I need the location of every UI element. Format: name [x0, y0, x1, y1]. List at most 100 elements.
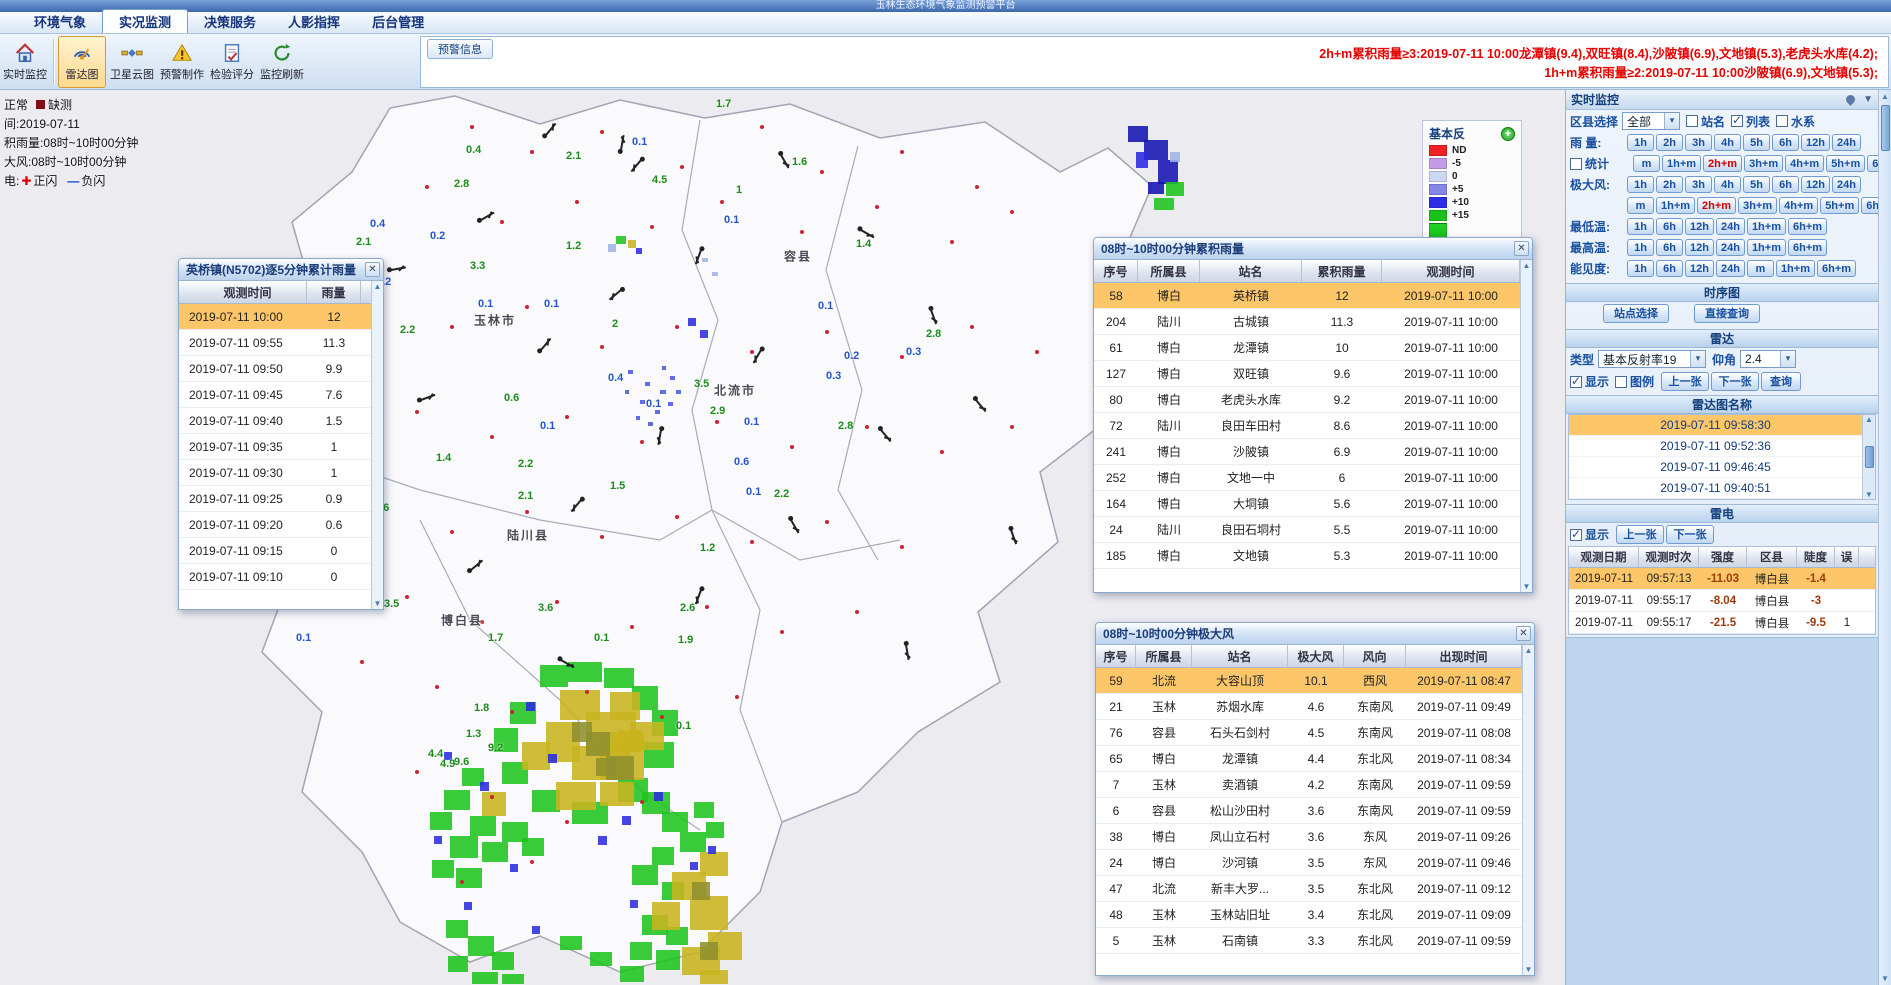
timeseries-button[interactable]: 站点选择 — [1603, 304, 1669, 323]
table-row[interactable]: 2019-07-11 09:100 — [179, 564, 371, 590]
rain-auto-range-button[interactable]: m — [1633, 155, 1660, 172]
table-row[interactable]: 2019-07-11 09:351 — [179, 434, 371, 460]
radar-map-button[interactable]: 雷达图 — [58, 36, 106, 88]
column-header[interactable]: 累积雨量 — [1302, 260, 1382, 282]
tmin-range-button[interactable]: 1h+m — [1747, 218, 1786, 235]
table-row[interactable]: 80博白 老虎头水库9.2 2019-07-11 10:00 — [1094, 387, 1520, 413]
checkbox-station-names[interactable]: 站名 — [1686, 113, 1725, 130]
radar-type-select[interactable]: 基本反射率19▾ — [1598, 350, 1706, 368]
checkbox-radar-show[interactable]: 显示 — [1570, 373, 1609, 390]
window-scrollbar[interactable]: ▲▼ — [371, 281, 383, 609]
visibility-range-button[interactable]: 6h — [1656, 260, 1683, 277]
column-header[interactable]: 区县 — [1747, 547, 1797, 567]
column-header[interactable]: 观测时间 — [1382, 260, 1520, 282]
wind-range-button[interactable]: 1h — [1627, 176, 1654, 193]
column-header[interactable]: 强度 — [1699, 547, 1747, 567]
table-row[interactable]: 241博白 沙陂镇6.9 2019-07-11 10:00 — [1094, 439, 1520, 465]
warning-make-button[interactable]: 预警制作 — [158, 36, 206, 88]
rain-range-button[interactable]: 3h — [1685, 134, 1712, 151]
window-titlebar[interactable]: 08时~10时00分钟累积雨量 ✕ — [1094, 238, 1532, 260]
wind-range-button[interactable]: 12h — [1801, 176, 1830, 193]
wind-range-button[interactable]: 3h — [1685, 176, 1712, 193]
tmin-range-button[interactable]: 24h — [1716, 218, 1745, 235]
column-header[interactable]: 雨量 — [307, 281, 361, 303]
verification-score-button[interactable]: 检验评分 — [208, 36, 256, 88]
column-header[interactable]: 观测时间 — [179, 281, 307, 303]
window-scrollbar[interactable]: ▲▼ — [1522, 645, 1534, 975]
table-row[interactable]: 2019-07-1109:55:17 -8.04博白县 -3 — [1569, 590, 1875, 612]
column-header[interactable]: 观测时次 — [1639, 547, 1699, 567]
visibility-range-button[interactable]: m — [1747, 260, 1774, 277]
table-row[interactable]: 59北流 大容山顶10.1 西风2019-07-11 08:47 — [1096, 668, 1522, 694]
rain-auto-range-button[interactable]: 1h+m — [1662, 155, 1701, 172]
column-header[interactable]: 站名 — [1192, 645, 1288, 667]
radar-image-item[interactable]: 2019-07-11 09:58:30 — [1569, 415, 1862, 436]
table-row[interactable]: 2019-07-11 09:301 — [179, 460, 371, 486]
column-header[interactable]: 陡度 — [1797, 547, 1835, 567]
table-row[interactable]: 58博白 英桥镇12 2019-07-11 10:00 — [1094, 283, 1520, 309]
table-row[interactable]: 76容县 石头石剑村4.5 东南风2019-07-11 08:08 — [1096, 720, 1522, 746]
column-header[interactable]: 序号 — [1094, 260, 1138, 282]
tmax-range-button[interactable]: 12h — [1685, 239, 1714, 256]
column-header[interactable]: 所属县 — [1138, 260, 1200, 282]
tmin-range-button[interactable]: 1h — [1627, 218, 1654, 235]
vertical-scrollbar[interactable]: ▲ ▼ — [1878, 90, 1891, 985]
wind-range-button[interactable]: 2h — [1656, 176, 1683, 193]
rain-auto-range-button[interactable]: 4h+m — [1785, 155, 1824, 172]
satellite-cloud-button[interactable]: 卫星云图 — [108, 36, 156, 88]
rain-range-button[interactable]: 24h — [1832, 134, 1861, 151]
collapse-icon[interactable]: ▼ — [1863, 94, 1873, 105]
tmax-range-button[interactable]: 6h — [1656, 239, 1683, 256]
tmin-range-button[interactable]: 6h — [1656, 218, 1683, 235]
checkbox-list[interactable]: 列表 — [1731, 113, 1770, 130]
close-icon[interactable]: ✕ — [1516, 626, 1531, 641]
menu-live-monitoring[interactable]: 实况监测 — [102, 9, 188, 33]
table-row[interactable]: 61博白 龙潭镇10 2019-07-11 10:00 — [1094, 335, 1520, 361]
tmax-range-button[interactable]: 1h+m — [1747, 239, 1786, 256]
table-row[interactable]: 72陆川 良田车田村8.6 2019-07-11 10:00 — [1094, 413, 1520, 439]
table-row[interactable]: 252博白 文地一中6 2019-07-11 10:00 — [1094, 465, 1520, 491]
rain-range-button[interactable]: 5h — [1743, 134, 1770, 151]
alert-info-tab[interactable]: 预警信息 — [427, 39, 493, 59]
window-titlebar[interactable]: 08时~10时00分钟极大风 ✕ — [1096, 623, 1534, 645]
table-row[interactable]: 2019-07-11 09:200.6 — [179, 512, 371, 538]
wind-range-button[interactable]: 24h — [1832, 176, 1861, 193]
table-row[interactable]: 24陆川 良田石垌村5.5 2019-07-11 10:00 — [1094, 517, 1520, 543]
menu-decision-service[interactable]: 决策服务 — [188, 10, 272, 33]
column-header[interactable]: 误 — [1835, 547, 1859, 567]
rain-range-button[interactable]: 12h — [1801, 134, 1830, 151]
legend-expand-button[interactable]: + — [1501, 127, 1515, 141]
column-header[interactable]: 所属县 — [1136, 645, 1192, 667]
table-row[interactable]: 185博白 文地镇5.3 2019-07-11 10:00 — [1094, 543, 1520, 569]
window-titlebar[interactable]: 英桥镇(N5702)逐5分钟累计雨量 ✕ — [179, 259, 383, 281]
menu-admin[interactable]: 后台管理 — [356, 10, 440, 33]
table-row[interactable]: 38博白 凤山立石村3.6 东风2019-07-11 09:26 — [1096, 824, 1522, 850]
visibility-range-button[interactable]: 12h — [1685, 260, 1714, 277]
realtime-monitor-button[interactable]: 实时监控 — [1, 36, 49, 88]
rain-auto-range-button[interactable]: 2h+m — [1703, 155, 1742, 172]
table-row[interactable]: 6容县 松山沙田村3.6 东南风2019-07-11 09:59 — [1096, 798, 1522, 824]
column-header[interactable]: 站名 — [1200, 260, 1302, 282]
wind-range-button[interactable]: 6h — [1772, 176, 1799, 193]
monitor-refresh-button[interactable]: 监控刷新 — [258, 36, 306, 88]
checkbox-statistics[interactable]: 统计 — [1570, 155, 1626, 172]
table-row[interactable]: 24博白 沙河镇3.5 东风2019-07-11 09:46 — [1096, 850, 1522, 876]
lightning-next-button[interactable]: 下一张 — [1666, 525, 1714, 544]
table-row[interactable]: 127博白 双旺镇9.6 2019-07-11 10:00 — [1094, 361, 1520, 387]
visibility-range-button[interactable]: 24h — [1716, 260, 1745, 277]
table-row[interactable]: 2019-07-11 10:0012 — [179, 304, 371, 330]
table-row[interactable]: 47北流 新丰大罗...3.5 东北风2019-07-11 09:12 — [1096, 876, 1522, 902]
table-row[interactable]: 2019-07-1109:57:13 -11.03博白县 -1.4 — [1569, 568, 1875, 590]
table-row[interactable]: 164博白 大垌镇5.6 2019-07-11 10:00 — [1094, 491, 1520, 517]
table-row[interactable]: 65博白 龙潭镇4.4 东北风2019-07-11 08:34 — [1096, 746, 1522, 772]
wind-auto-range-button[interactable]: 2h+m — [1697, 197, 1736, 214]
table-row[interactable]: 5玉林 石南镇3.3 东北风2019-07-11 09:59 — [1096, 928, 1522, 954]
table-row[interactable]: 7玉林 卖酒镇4.2 东南风2019-07-11 09:59 — [1096, 772, 1522, 798]
column-header[interactable]: 极大风 — [1288, 645, 1344, 667]
close-icon[interactable]: ✕ — [365, 262, 380, 277]
window-scrollbar[interactable]: ▲▼ — [1520, 260, 1532, 592]
visibility-range-button[interactable]: 1h+m — [1776, 260, 1815, 277]
table-row[interactable]: 2019-07-11 09:401.5 — [179, 408, 371, 434]
visibility-range-button[interactable]: 6h+m — [1817, 260, 1856, 277]
timeseries-button[interactable]: 直接查询 — [1694, 304, 1760, 323]
